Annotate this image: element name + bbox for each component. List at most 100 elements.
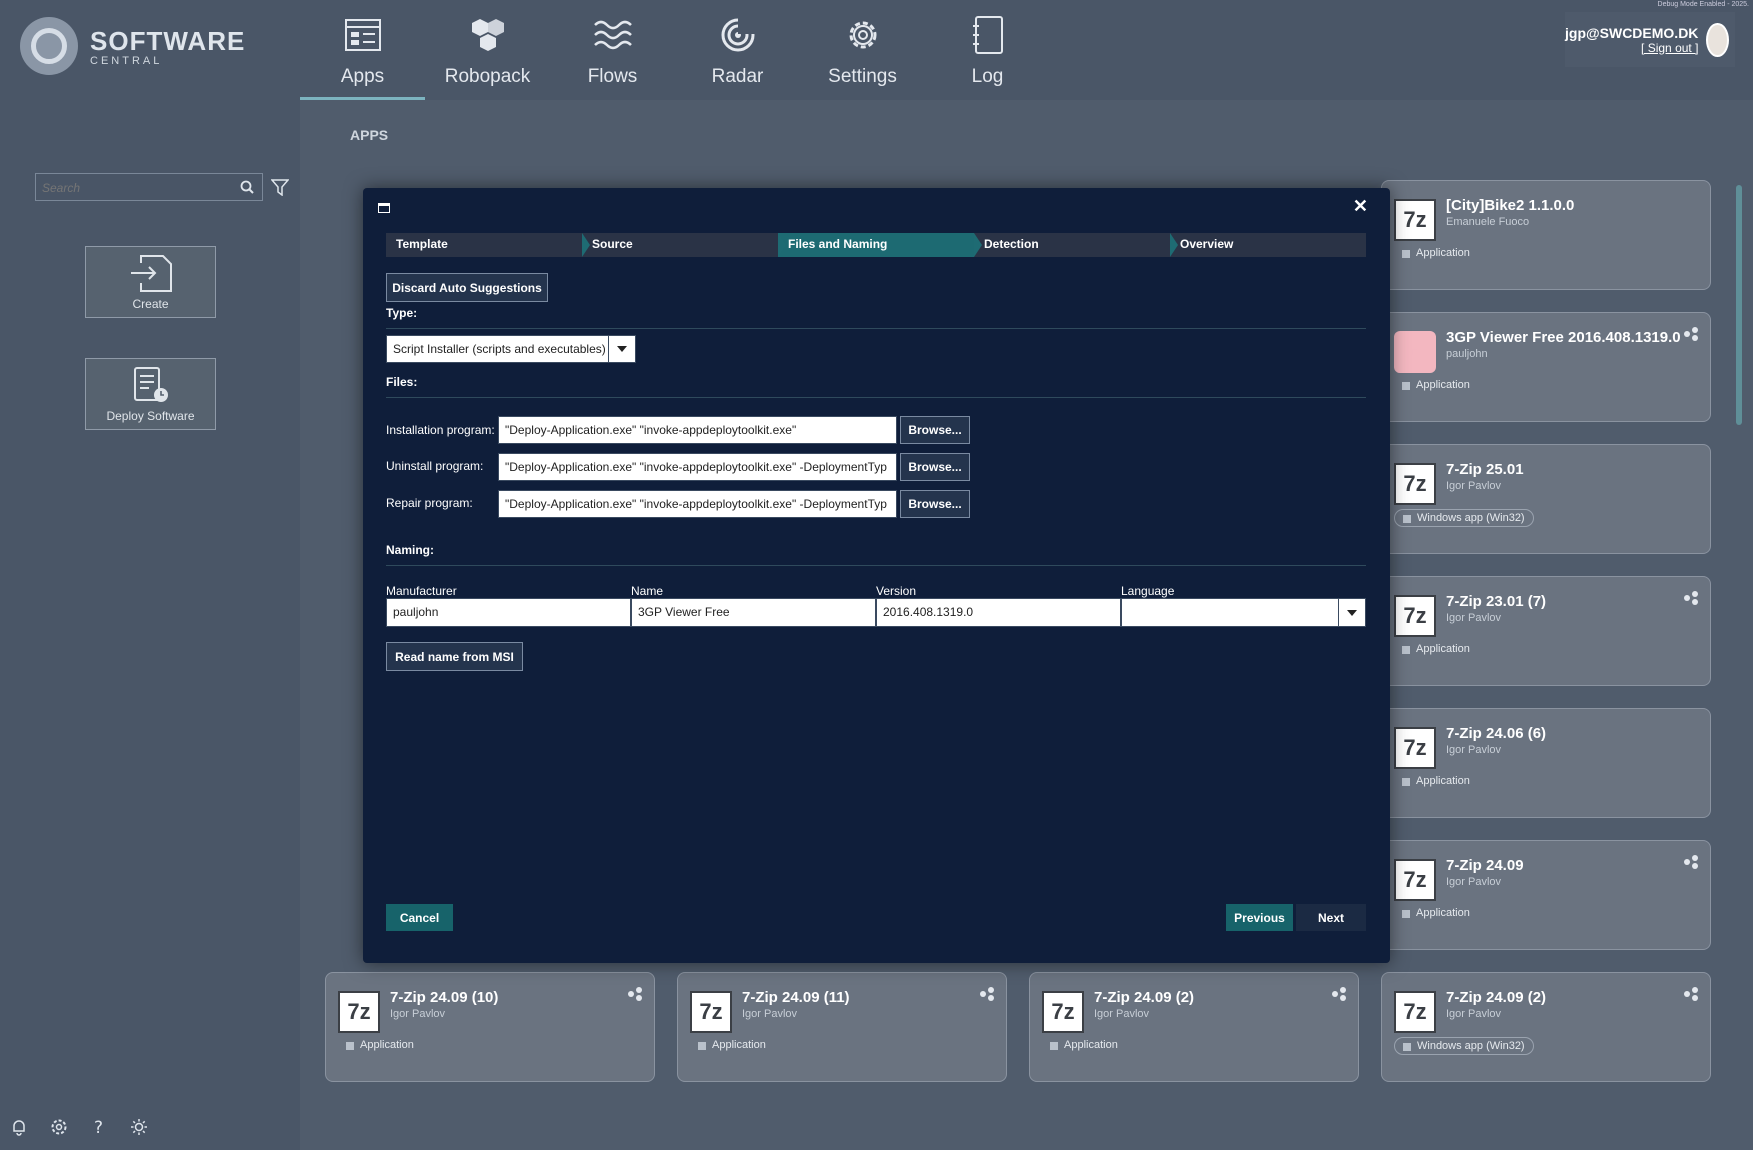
scrollbar[interactable]: [1736, 185, 1742, 425]
language-select[interactable]: [1121, 598, 1366, 627]
repair-label: Repair program:: [386, 496, 473, 510]
uninstall-program-input[interactable]: "Deploy-Application.exe" "invoke-appdepl…: [498, 453, 897, 481]
manufacturer-input[interactable]: pauljohn: [386, 598, 631, 627]
discard-suggestions-button[interactable]: Discard Auto Suggestions: [386, 273, 548, 302]
nav-apps[interactable]: Apps: [300, 0, 425, 100]
step-template[interactable]: Template: [386, 233, 590, 257]
app-card[interactable]: 7z 7-Zip 24.09 Igor Pavlov Application: [1381, 840, 1711, 950]
app-publisher: Emanuele Fuoco: [1446, 216, 1530, 228]
close-icon[interactable]: ✕: [1353, 196, 1368, 217]
app-title: 7-Zip 23.01 (7): [1446, 593, 1547, 610]
avatar[interactable]: [1706, 22, 1729, 57]
bell-icon[interactable]: [10, 1118, 28, 1136]
app-card[interactable]: 7z 7-Zip 24.09 (10) Igor Pavlov Applicat…: [325, 972, 655, 1082]
deploy-software-button[interactable]: Deploy Software: [85, 358, 216, 430]
step-detection[interactable]: Detection: [974, 233, 1178, 257]
search-input[interactable]: [36, 174, 234, 202]
share-icon[interactable]: [980, 987, 994, 1001]
repair-program-input[interactable]: "Deploy-Application.exe" "invoke-appdepl…: [498, 490, 897, 518]
share-icon[interactable]: [1684, 327, 1698, 341]
share-icon[interactable]: [1684, 591, 1698, 605]
deploy-icon: [133, 367, 168, 402]
chevron-down-icon[interactable]: [608, 336, 635, 362]
app-card[interactable]: 7z 7-Zip 25.01 Igor Pavlov Windows app (…: [1381, 444, 1711, 554]
nav-label: Log: [971, 66, 1004, 87]
app-title: [City]Bike2 1.1.0.0: [1446, 197, 1575, 214]
nav-log[interactable]: Log: [925, 0, 1050, 100]
app-icon: 7z: [338, 991, 380, 1033]
name-input[interactable]: 3GP Viewer Free: [631, 598, 876, 627]
filter-icon[interactable]: [271, 179, 289, 196]
next-button[interactable]: Next: [1296, 904, 1366, 931]
step-files-and-naming[interactable]: Files and Naming: [778, 233, 982, 257]
app-publisher: Igor Pavlov: [1446, 480, 1502, 492]
app-card[interactable]: 7z [City]Bike2 1.1.0.0 Emanuele Fuoco Ap…: [1381, 180, 1711, 290]
app-publisher: Igor Pavlov: [1446, 1008, 1502, 1020]
app-type-badge: Application: [1394, 905, 1478, 921]
nav-label: Apps: [340, 66, 385, 87]
uninstall-browse-button[interactable]: Browse...: [900, 453, 970, 481]
chevron-down-icon[interactable]: [1338, 599, 1365, 626]
create-icon: [130, 255, 172, 292]
main-nav: Apps Robopack Flows Radar Settings Log: [300, 0, 1050, 100]
app-card[interactable]: 7z 7-Zip 23.01 (7) Igor Pavlov Applicati…: [1381, 576, 1711, 686]
app-publisher: Igor Pavlov: [1446, 744, 1502, 756]
nav-flows[interactable]: Flows: [550, 0, 675, 100]
app-icon: 7z: [1394, 463, 1436, 505]
type-select[interactable]: Script Installer (scripts and executable…: [386, 335, 636, 363]
app-icon: 7z: [690, 991, 732, 1033]
app-title: 7-Zip 24.09 (2): [1446, 989, 1547, 1006]
share-icon[interactable]: [1684, 987, 1698, 1001]
app-icon: 7z: [1394, 727, 1436, 769]
nav-robopack[interactable]: Robopack: [425, 0, 550, 100]
app-card[interactable]: 7z 7-Zip 24.06 (6) Igor Pavlov Applicati…: [1381, 708, 1711, 818]
name-label: Name: [631, 584, 664, 598]
share-icon[interactable]: [628, 987, 642, 1001]
debug-banner: Debug Mode Enabled - 2025.: [1657, 1, 1749, 8]
log-icon: [967, 14, 1009, 56]
share-icon[interactable]: [1332, 987, 1346, 1001]
share-icon[interactable]: [1684, 855, 1698, 869]
logo-name: SOFTWARE: [90, 25, 246, 56]
app-publisher: Igor Pavlov: [1446, 876, 1502, 888]
app-card[interactable]: ▪ 3GP Viewer Free 2016.408.1319.0 pauljo…: [1381, 312, 1711, 422]
theme-icon[interactable]: [130, 1118, 148, 1136]
app-icon: 7z: [1394, 991, 1436, 1033]
cancel-button[interactable]: Cancel: [386, 904, 453, 931]
type-select-value: Script Installer (scripts and executable…: [393, 342, 606, 356]
help-icon[interactable]: ?: [90, 1118, 108, 1136]
manufacturer-label: Manufacturer: [386, 584, 457, 598]
read-name-from-msi-button[interactable]: Read name from MSI: [386, 642, 523, 671]
app-publisher: pauljohn: [1446, 348, 1488, 360]
previous-button[interactable]: Previous: [1226, 904, 1293, 931]
step-overview[interactable]: Overview: [1170, 233, 1366, 257]
version-input[interactable]: 2016.408.1319.0: [876, 598, 1121, 627]
files-section-label: Files:: [386, 375, 1366, 398]
gear-icon[interactable]: [50, 1118, 68, 1136]
app-type-badge: Application: [1042, 1037, 1126, 1053]
deploy-label: Deploy Software: [106, 409, 195, 423]
radar-icon: [717, 14, 759, 56]
nav-radar[interactable]: Radar: [675, 0, 800, 100]
app-publisher: Igor Pavlov: [390, 1008, 446, 1020]
app-type-badge: Application: [1394, 245, 1478, 261]
logo-icon: [20, 17, 78, 75]
step-source[interactable]: Source: [582, 233, 786, 257]
apps-icon: [342, 14, 384, 56]
gear-icon: [842, 14, 884, 56]
install-browse-button[interactable]: Browse...: [900, 416, 970, 444]
nav-label: Flows: [587, 66, 638, 87]
wizard-steps: Template Source Files and Naming Detecti…: [386, 233, 1366, 257]
app-card[interactable]: 7z 7-Zip 24.09 (2) Igor Pavlov Applicati…: [1029, 972, 1359, 1082]
app-publisher: Igor Pavlov: [742, 1008, 798, 1020]
install-program-input[interactable]: "Deploy-Application.exe" "invoke-appdepl…: [498, 416, 897, 444]
nav-settings[interactable]: Settings: [800, 0, 925, 100]
app-publisher: Igor Pavlov: [1446, 612, 1502, 624]
create-button[interactable]: Create: [85, 246, 216, 318]
search-icon[interactable]: [240, 180, 254, 194]
repair-browse-button[interactable]: Browse...: [900, 490, 970, 518]
app-card[interactable]: 7z 7-Zip 24.09 (2) Igor Pavlov Windows a…: [1381, 972, 1711, 1082]
app-card[interactable]: 7z 7-Zip 24.09 (11) Igor Pavlov Applicat…: [677, 972, 1007, 1082]
page-title: APPS: [350, 127, 389, 143]
sign-out-link[interactable]: [ Sign out ]: [1565, 41, 1698, 55]
